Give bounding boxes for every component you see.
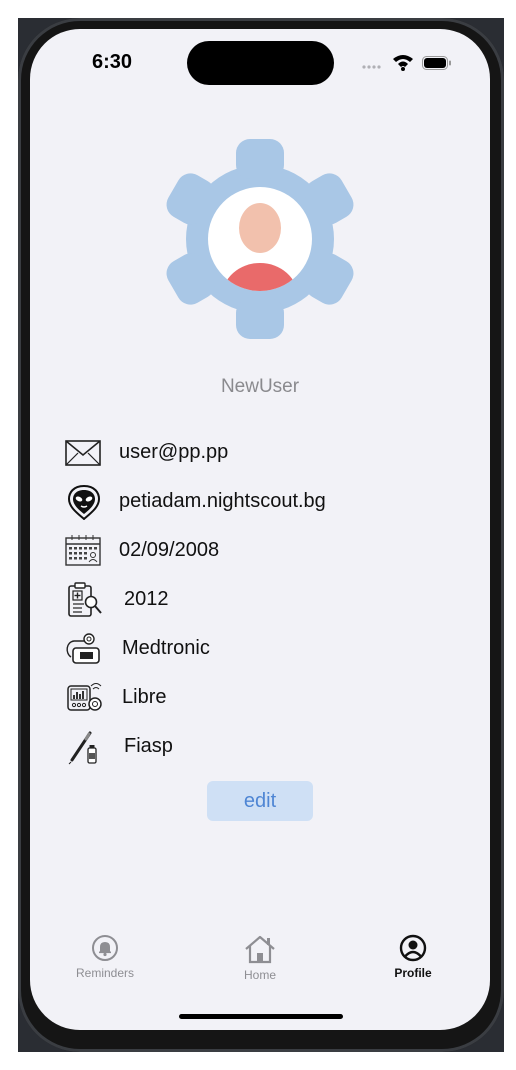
tab-profile-label: Profile [394, 966, 432, 980]
dynamic-island [187, 41, 334, 85]
tab-profile[interactable]: Profile [358, 934, 468, 994]
home-indicator[interactable] [179, 1014, 343, 1019]
calendar-icon [65, 535, 101, 566]
detail-row-insulin-type: Fiasp [64, 729, 464, 765]
bell-icon [92, 935, 118, 961]
detail-row-birthdate: 02/09/2008 [64, 533, 464, 569]
detail-row-nightscout: petiadam.nightscout.bg [64, 484, 464, 520]
profile-icon [399, 934, 427, 962]
username: NewUser [220, 376, 300, 397]
tab-home[interactable]: Home [205, 934, 315, 994]
birthdate-value: 02/09/2008 [119, 539, 220, 561]
edit-profile-button[interactable]: edit [207, 781, 313, 821]
status-time: 6:30 [92, 51, 133, 73]
insulin-pen-icon [68, 731, 97, 765]
tab-reminders[interactable]: Reminders [50, 934, 160, 994]
wifi-icon [393, 55, 413, 71]
nightscout-icon [67, 484, 101, 520]
profile-settings-gear-icon[interactable] [160, 139, 360, 339]
diagnosis-report-icon [68, 582, 102, 617]
insulin-pump-icon [66, 633, 100, 664]
detail-row-insulin-pump: Medtronic [64, 631, 464, 667]
insulin-type-value: Fiasp [124, 735, 173, 757]
battery-icon [422, 56, 451, 70]
detail-row-email: user@pp.pp [64, 435, 464, 471]
glucose-sensor-icon [67, 683, 102, 711]
detail-row-glucose-sensor: Libre [64, 680, 464, 716]
tab-home-label: Home [243, 968, 276, 982]
detail-row-diagnosis-year: 2012 [64, 582, 464, 618]
cellular-signal-icon [362, 65, 381, 69]
glucose-sensor-value: Libre [122, 686, 167, 708]
envelope-icon [65, 440, 101, 466]
diagnosis-year-value: 2012 [124, 588, 169, 610]
tab-bar: Reminders Home Profile [30, 934, 490, 1004]
nightscout-url-value: petiadam.nightscout.bg [119, 490, 326, 512]
app-screen: 6:30 NewUser user@pp.pp petiadam.nightsc… [30, 29, 490, 1030]
email-value: user@pp.pp [119, 441, 229, 463]
insulin-pump-value: Medtronic [122, 637, 210, 659]
home-icon [245, 935, 275, 964]
tab-reminders-label: Reminders [75, 966, 135, 980]
